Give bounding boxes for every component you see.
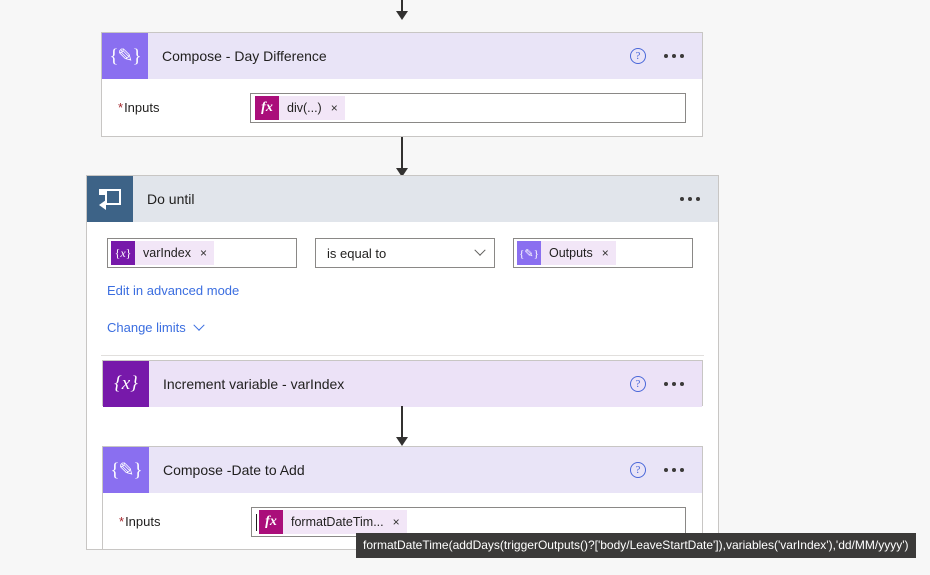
chip-label-text: formatDateTim... (291, 515, 384, 529)
required-marker: * (118, 100, 124, 115)
card-header-actions: ? (630, 376, 702, 392)
action-card-compose-day-difference[interactable]: {✎} Compose - Day Difference ? *Inputs f… (101, 32, 703, 137)
scope-header[interactable]: Do until (87, 176, 718, 222)
inputs-input[interactable]: fx div(...) × (250, 93, 686, 123)
help-circle-icon[interactable]: ? (630, 376, 646, 392)
fx-icon: fx (259, 510, 283, 534)
chevron-down-icon (474, 244, 486, 256)
condition-operator-value: is equal to (327, 245, 387, 261)
loop-icon (87, 176, 133, 222)
chip-label-group: formatDateTim... × (283, 510, 407, 534)
variable-braces-x-icon: {x} (103, 361, 149, 407)
compose-braces-pencil-icon: {✎} (103, 447, 149, 493)
connector-arrow-increment-to-compose (392, 406, 412, 446)
chip-remove-icon[interactable]: × (602, 246, 609, 260)
card-header[interactable]: {x} Increment variable - varIndex ? (103, 361, 702, 407)
change-limits-label: Change limits (107, 320, 186, 335)
variable-token-chip[interactable]: {x} varIndex × (111, 241, 214, 265)
edit-advanced-mode-link[interactable]: Edit in advanced mode (107, 283, 239, 298)
card-title: Compose -Date to Add (163, 462, 305, 478)
ellipsis-icon[interactable] (680, 197, 700, 201)
compose-braces-pencil-icon: {✎} (102, 33, 148, 79)
action-card-increment-variable[interactable]: {x} Increment variable - varIndex ? (102, 360, 703, 407)
change-limits-link[interactable]: Change limits (107, 319, 205, 335)
chip-label-group: Outputs × (541, 241, 616, 265)
help-circle-icon[interactable]: ? (630, 462, 646, 478)
scope-divider (101, 355, 704, 356)
expression-token-chip[interactable]: fx div(...) × (255, 96, 345, 120)
chip-label-text: div(...) (287, 101, 322, 115)
chip-remove-icon[interactable]: × (331, 101, 338, 115)
scope-title: Do until (147, 191, 195, 207)
card-title: Compose - Day Difference (162, 48, 327, 64)
ellipsis-icon[interactable] (664, 54, 684, 58)
card-header-actions: ? (630, 48, 702, 64)
inputs-label-text: Inputs (124, 100, 160, 115)
connector-arrow-compose-to-dountil (392, 137, 412, 177)
chip-remove-icon[interactable]: × (200, 246, 207, 260)
inputs-field-row: *Inputs fx div(...) × (102, 79, 702, 143)
condition-left-input[interactable]: {x} varIndex × (107, 238, 297, 268)
card-title: Increment variable - varIndex (163, 376, 345, 392)
scope-links: Edit in advanced mode Change limits (87, 268, 718, 337)
card-body: *Inputs fx div(...) × (102, 79, 702, 143)
condition-operator-select[interactable]: is equal to (315, 238, 495, 268)
expression-tooltip: formatDateTime(addDays(triggerOutputs()?… (356, 533, 916, 558)
chip-remove-icon[interactable]: × (393, 515, 400, 529)
change-limits-row: Change limits (107, 319, 718, 337)
inputs-label: *Inputs (119, 507, 251, 529)
ellipsis-icon[interactable] (664, 382, 684, 386)
required-marker: * (119, 514, 125, 529)
flow-designer-canvas: {✎} Compose - Day Difference ? *Inputs f… (0, 0, 930, 575)
outputs-token-chip[interactable]: {✎} Outputs × (517, 241, 616, 265)
connector-arrow-top (392, 0, 412, 20)
text-caret (256, 513, 257, 531)
condition-right-input[interactable]: {✎} Outputs × (513, 238, 693, 268)
card-header[interactable]: {✎} Compose - Day Difference ? (102, 33, 702, 79)
inputs-label-text: Inputs (125, 514, 161, 529)
card-header-actions: ? (630, 462, 702, 478)
chip-label-group: div(...) × (279, 96, 345, 120)
help-circle-icon[interactable]: ? (630, 48, 646, 64)
condition-row: {x} varIndex × is equal to {✎} Outputs × (87, 222, 718, 268)
card-header[interactable]: {✎} Compose -Date to Add ? (103, 447, 702, 493)
chevron-down-icon (193, 319, 205, 331)
chip-label-group: varIndex × (135, 241, 214, 265)
fx-icon: fx (255, 96, 279, 120)
inputs-label: *Inputs (118, 93, 250, 115)
chip-label-text: Outputs (549, 246, 593, 260)
scope-header-actions (680, 197, 718, 201)
expression-token-chip[interactable]: fx formatDateTim... × (259, 510, 407, 534)
variable-braces-x-icon: {x} (111, 241, 135, 265)
chip-label-text: varIndex (143, 246, 191, 260)
ellipsis-icon[interactable] (664, 468, 684, 472)
compose-braces-pencil-icon: {✎} (517, 241, 541, 265)
